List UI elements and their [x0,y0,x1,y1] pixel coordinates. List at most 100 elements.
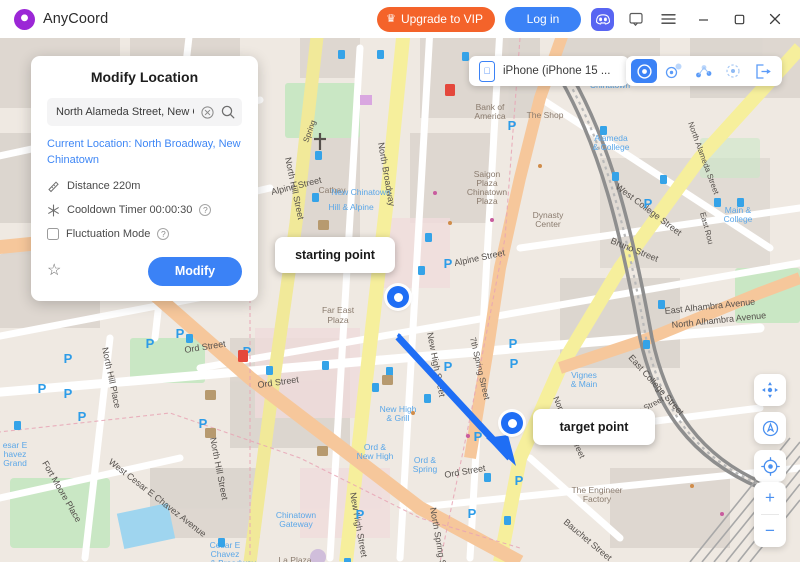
feedback-button[interactable] [624,8,647,31]
discord-icon [591,7,614,31]
fluctuation-label: Fluctuation Mode [66,227,151,240]
transit-marker [386,367,393,376]
titlebar-actions: ♛ Upgrade to VIP Log in [377,6,788,32]
transit-marker [266,366,273,375]
close-button[interactable] [762,6,788,32]
target-point-marker[interactable] [501,412,523,434]
map-poi-blue: & College [593,142,630,152]
anycoord-logo-icon [14,8,35,30]
locate-me-control[interactable] [754,450,786,482]
minimize-button[interactable] [690,6,716,32]
brand: AnyCoord [14,8,109,30]
transit-marker [377,50,384,59]
mode-multi-stop-button[interactable] [659,59,687,83]
map-poi: Plaza [327,315,349,325]
map-poi: La Plaza [278,555,311,562]
hamburger-menu-icon [661,14,676,24]
parking-marker: P [508,118,517,133]
starting-point-callout: starting point [275,237,395,273]
parking-marker: P [444,256,453,271]
map-poi: Plaza [476,196,498,206]
cooldown-label: Cooldown Timer 00:00:30 [67,204,193,217]
transit-marker [418,266,425,275]
map-poi-blue: New Chinatown [331,187,391,197]
locate-me-button[interactable] [754,450,786,482]
parking-marker: P [468,506,477,521]
maximize-button[interactable] [726,6,752,32]
transit-marker [612,172,619,181]
transit-marker [338,50,345,59]
map-poi: The Shop [527,110,564,120]
one-stop-icon [636,63,652,79]
transit-marker [372,383,379,392]
close-icon [769,13,781,25]
transit-marker [344,558,351,562]
transit-marker [658,300,665,309]
transit-marker [714,198,721,207]
parking-marker: P [64,351,73,366]
current-location-link[interactable]: Current Location: North Broadway, New Ch… [47,137,242,169]
transit-marker [484,473,491,482]
cooldown-help-icon[interactable]: ? [199,204,212,217]
zoom-in-button[interactable]: + [754,482,786,514]
map-poi: Far East [322,305,355,315]
transit-marker [643,340,650,349]
parking-marker: P [78,409,87,424]
snowflake-icon [48,204,59,217]
joystick-icon [762,382,778,398]
discord-button[interactable] [591,7,614,31]
crown-icon: ♛ [386,12,396,25]
upgrade-to-vip-button[interactable]: ♛ Upgrade to VIP [377,6,495,32]
app-title: AnyCoord [43,11,109,27]
transit-marker [462,52,469,61]
panel-title: Modify Location [90,69,199,85]
map-poi-blue: & Main [571,379,598,389]
mode-joystick-button[interactable] [719,59,747,83]
parking-marker: P [644,196,653,211]
transit-marker [737,198,744,207]
map-poi: Center [535,219,561,229]
login-button[interactable]: Log in [505,6,581,32]
menu-button[interactable] [657,8,680,31]
cooldown-row: Cooldown Timer 00:00:30 ? [47,204,242,217]
mode-import-gpx-button[interactable] [749,59,777,83]
joystick-icon [726,64,740,78]
fluctuation-help-icon[interactable]: ? [157,227,170,240]
compass-control-button[interactable] [754,412,786,444]
discord-glyph-icon [595,13,610,25]
phone-icon:  [479,60,495,82]
parking-marker: P [176,326,185,341]
clear-icon[interactable] [201,105,214,119]
favorite-star-icon[interactable]: ☆ [47,263,61,279]
map-poi-blue: New High [357,451,394,461]
starting-point-marker[interactable] [387,286,409,308]
location-search-input[interactable]: North Alameda Street, New Chir [56,106,194,118]
distance-row: Distance 220m [47,180,242,193]
zoom-out-button[interactable]: − [754,515,786,547]
map-poi: Factory [583,494,612,504]
transit-marker [14,421,21,430]
fluctuation-row: Fluctuation Mode ? [47,227,242,240]
map-poi-blue: & Grill [386,413,409,423]
modify-location-panel: Modify Location North Alameda Street, Ne… [31,56,258,301]
locate-icon [760,456,780,476]
distance-label: Distance 220m [67,180,141,193]
map-poi-blue: Spring [413,464,438,474]
joystick-control[interactable] [754,374,786,406]
modify-button[interactable]: Modify [148,256,242,286]
minimize-icon [698,18,708,21]
app-window: AnyCoord ♛ Upgrade to VIP Log in North H… [0,0,800,562]
fluctuation-mode-checkbox[interactable] [47,227,59,240]
device-selector[interactable]:  iPhone (iPhone 15 ... [469,56,629,86]
transit-marker [322,361,329,370]
compass-control[interactable] [754,412,786,444]
mode-route-button[interactable] [689,59,717,83]
mode-one-stop-button[interactable] [631,59,657,83]
compass-icon [762,420,778,436]
location-search-row[interactable]: North Alameda Street, New Chir [47,98,242,126]
panel-footer: ☆ Modify [47,256,242,286]
parking-marker: P [146,336,155,351]
joystick-control-button[interactable] [754,374,786,406]
search-icon[interactable] [221,105,235,119]
parking-marker: P [444,359,453,374]
